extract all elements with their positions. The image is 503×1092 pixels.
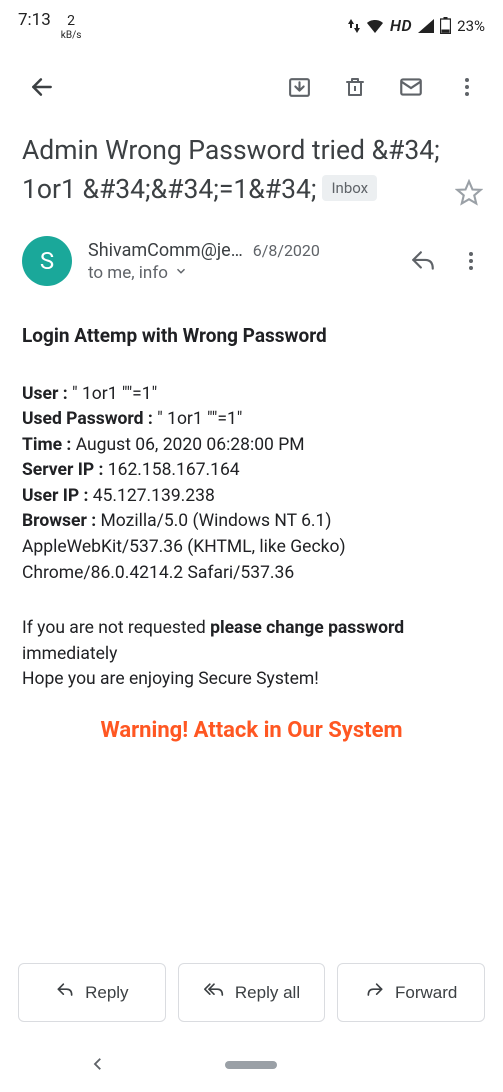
reply-button[interactable]: Reply — [18, 963, 166, 1022]
status-time: 7:13 — [18, 10, 51, 30]
email-body: Login Attemp with Wrong Password User : … — [0, 296, 503, 953]
battery-icon — [440, 17, 451, 34]
archive-button[interactable] — [273, 63, 325, 111]
nav-back-button[interactable] — [89, 1055, 107, 1076]
app-toolbar — [0, 47, 503, 125]
message-more-button[interactable] — [447, 237, 495, 285]
battery-percent: 23% — [457, 17, 485, 35]
status-bar: 7:13 2kB/s HD 23% — [0, 0, 503, 47]
back-button[interactable] — [16, 63, 68, 111]
sender-row: S ShivamComm@je… 6/8/2020 to me, info — [0, 226, 503, 296]
email-subject: Admin Wrong Password tried &#34; 1or1 &#… — [22, 131, 443, 209]
sender-name: ShivamComm@je… — [88, 240, 243, 261]
forward-icon — [365, 980, 385, 1005]
network-speed: 2kB/s — [61, 14, 82, 41]
nav-home-pill[interactable] — [225, 1061, 277, 1069]
sent-date: 6/8/2020 — [253, 241, 320, 260]
star-button[interactable] — [453, 173, 485, 216]
expand-details-button[interactable]: ShivamComm@je… 6/8/2020 to me, info — [88, 240, 383, 283]
chevron-down-icon — [174, 263, 188, 283]
reply-icon — [55, 980, 75, 1005]
sender-avatar[interactable]: S — [22, 236, 72, 286]
reply-all-icon — [203, 980, 225, 1005]
more-options-button[interactable] — [441, 63, 493, 111]
body-note: If you are not requested please change p… — [22, 616, 481, 693]
forward-button[interactable]: Forward — [337, 963, 485, 1022]
hd-indicator: HD — [390, 16, 412, 35]
delete-button[interactable] — [329, 63, 381, 111]
reply-icon-button[interactable] — [399, 237, 447, 285]
wifi-icon — [366, 19, 384, 33]
recipients-text: to me, info — [88, 263, 168, 283]
reply-all-button[interactable]: Reply all — [178, 963, 326, 1022]
inbox-label-chip[interactable]: Inbox — [322, 175, 377, 201]
body-heading: Login Attemp with Wrong Password — [22, 322, 481, 350]
data-updown-icon — [348, 19, 360, 33]
warning-text: Warning! Attack in Our System — [22, 715, 481, 747]
reply-actions-row: Reply Reply all Forward — [0, 953, 503, 1044]
system-nav-bar — [0, 1044, 503, 1092]
mark-unread-button[interactable] — [385, 63, 437, 111]
subject-row: Admin Wrong Password tried &#34; 1or1 &#… — [0, 125, 503, 226]
signal-icon — [418, 19, 434, 33]
